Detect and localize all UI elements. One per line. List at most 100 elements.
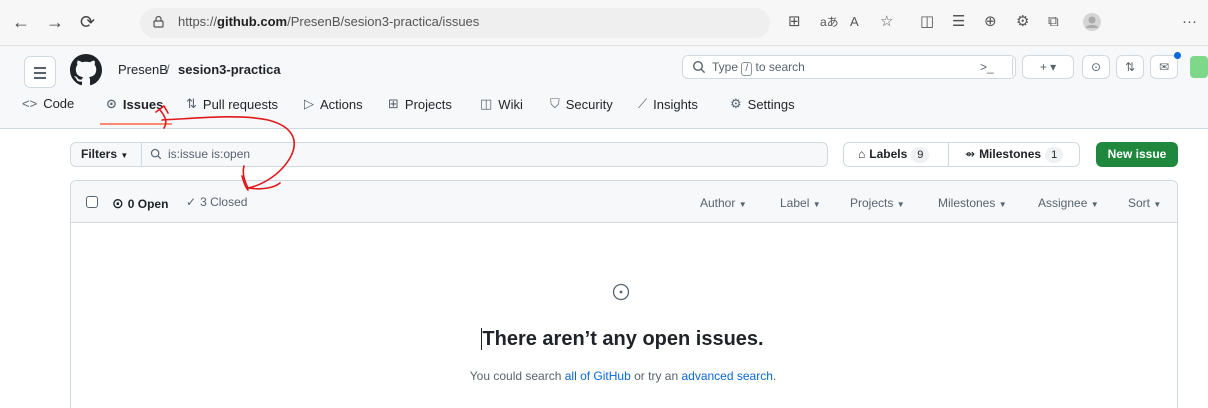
milestone-icon: ⇴ bbox=[965, 147, 976, 161]
tab-settings[interactable]: ⚙ Settings bbox=[730, 96, 795, 112]
play-icon: ▷ bbox=[304, 96, 314, 111]
forward-arrow-icon[interactable]: → bbox=[46, 12, 64, 32]
read-aloud-icon[interactable]: aあ bbox=[820, 13, 839, 31]
github-logo-icon[interactable] bbox=[70, 54, 102, 86]
search-icon bbox=[150, 148, 162, 160]
blankslate-heading: There aren’t any open issues. bbox=[482, 328, 764, 350]
chevron-down-icon: ▼ bbox=[998, 200, 1007, 209]
issue-opened-icon bbox=[612, 283, 630, 301]
pull-requests-icon-button[interactable]: ⇅ bbox=[1116, 55, 1144, 79]
reload-icon[interactable]: ⟳ bbox=[80, 12, 95, 32]
milestones-button[interactable]: ⇴ Milestones 1 bbox=[948, 142, 1080, 167]
breadcrumb-separator: / bbox=[166, 62, 170, 77]
assignee-filter[interactable]: Assignee ▼ bbox=[1038, 196, 1099, 210]
tab-wiki-label: Wiki bbox=[498, 96, 523, 112]
milestones-filter[interactable]: Milestones ▼ bbox=[938, 196, 1007, 210]
book-icon: ◫ bbox=[480, 96, 493, 111]
code-icon: <> bbox=[22, 96, 38, 111]
search-github-link[interactable]: all of GitHub bbox=[565, 369, 631, 383]
select-all-checkbox[interactable] bbox=[86, 196, 98, 208]
issue-opened-icon: ⊙ bbox=[106, 96, 117, 111]
profile-avatar-icon[interactable] bbox=[1082, 12, 1102, 32]
collections-icon[interactable]: ⊕ bbox=[984, 13, 997, 31]
chevron-down-icon: ▼ bbox=[1153, 200, 1162, 209]
tab-pull-requests[interactable]: ⇅ Pull requests bbox=[186, 96, 278, 112]
url-host: github.com bbox=[217, 14, 288, 29]
tab-actions[interactable]: ▷ Actions bbox=[304, 96, 363, 112]
tab-issues-label: Issues bbox=[122, 96, 164, 112]
active-tab-indicator bbox=[100, 123, 172, 125]
tab-pull-requests-label: Pull requests bbox=[202, 96, 279, 112]
search-placeholder: Type / to search bbox=[712, 60, 805, 76]
table-icon: ⊞ bbox=[388, 96, 399, 111]
projects-filter[interactable]: Projects ▼ bbox=[850, 196, 905, 210]
search-icon bbox=[692, 60, 706, 74]
labels-button[interactable]: ⌂ Labels 9 bbox=[843, 142, 949, 167]
tab-insights[interactable]: ⟋ Insights bbox=[638, 96, 698, 112]
tab-insights-label: Insights bbox=[653, 96, 698, 112]
tab-security[interactable]: ⛉ Security bbox=[550, 96, 613, 112]
tab-projects-label: Projects bbox=[404, 96, 452, 112]
app-grid-icon[interactable]: ⊞ bbox=[788, 13, 801, 31]
command-palette-icon[interactable]: >_ bbox=[980, 60, 994, 74]
open-count: 0 Open bbox=[127, 196, 169, 211]
tab-wiki[interactable]: ◫ Wiki bbox=[480, 96, 523, 112]
favorite-star-icon[interactable]: ☆ bbox=[880, 13, 893, 31]
extensions-icon[interactable]: ⚙ bbox=[1016, 13, 1029, 31]
site-info-icon[interactable] bbox=[152, 15, 165, 28]
check-icon: ✓ bbox=[186, 195, 197, 209]
back-arrow-icon[interactable]: ← bbox=[12, 12, 30, 32]
issue-opened-icon: ⊙ bbox=[112, 195, 124, 211]
tab-projects[interactable]: ⊞ Projects bbox=[388, 96, 452, 112]
chevron-down-icon: ▼ bbox=[896, 200, 905, 209]
tab-issues[interactable]: ⊙ Issues bbox=[106, 96, 163, 112]
repo-owner-link[interactable]: PresenB bbox=[118, 62, 168, 77]
repo-name-link[interactable]: sesion3-practica bbox=[178, 62, 281, 77]
split-screen-icon[interactable]: ◫ bbox=[920, 13, 934, 31]
open-issues-toggle[interactable]: ⊙ 0 Open bbox=[112, 195, 168, 212]
sort-dropdown[interactable]: Sort ▼ bbox=[1128, 196, 1161, 210]
author-filter-label: Author bbox=[700, 196, 736, 210]
url-prefix: https:// bbox=[178, 14, 218, 29]
milestones-counter: 1 bbox=[1045, 146, 1064, 163]
url-text[interactable]: https://github.com/PresenB/sesion3-pract… bbox=[178, 14, 479, 29]
issue-search-query: is:issue is:open bbox=[168, 147, 251, 161]
pull-request-icon: ⇅ bbox=[186, 96, 197, 111]
tab-settings-label: Settings bbox=[747, 96, 795, 112]
search-shortcut-key: / bbox=[741, 62, 753, 76]
milestones-filter-label: Milestones bbox=[938, 196, 996, 210]
tab-code-label: Code bbox=[43, 96, 75, 111]
labels-label: Labels bbox=[869, 147, 908, 161]
notification-dot bbox=[1174, 52, 1181, 59]
blankslate-text-2: or try an bbox=[634, 369, 679, 383]
author-filter[interactable]: Author ▼ bbox=[700, 196, 747, 210]
search-suffix: to search bbox=[755, 60, 805, 74]
new-issue-button[interactable]: New issue bbox=[1096, 142, 1178, 167]
issues-icon-button[interactable]: ⊙ bbox=[1082, 55, 1110, 79]
blankslate-text-1: You could search bbox=[469, 369, 562, 383]
gear-icon: ⚙ bbox=[730, 96, 742, 111]
filters-label: Filters bbox=[81, 147, 118, 161]
tab-security-label: Security bbox=[565, 96, 613, 112]
chevron-down-icon: ▼ bbox=[1090, 200, 1099, 209]
closed-issues-toggle[interactable]: ✓ 3 Closed bbox=[186, 195, 247, 209]
menu-button[interactable] bbox=[24, 56, 56, 88]
create-new-button[interactable]: + ▾ bbox=[1022, 55, 1074, 79]
more-menu-icon[interactable]: ··· bbox=[1182, 13, 1197, 31]
label-filter-label: Label bbox=[780, 196, 810, 210]
projects-filter-label: Projects bbox=[850, 196, 894, 210]
text-size-icon[interactable]: A bbox=[850, 13, 859, 31]
filters-dropdown-button[interactable]: Filters ▼ bbox=[70, 142, 142, 167]
labels-counter: 9 bbox=[911, 146, 930, 163]
blankslate-description: You could search all of GitHub or try an… bbox=[0, 369, 1208, 383]
user-avatar[interactable] bbox=[1190, 56, 1208, 78]
assignee-filter-label: Assignee bbox=[1038, 196, 1088, 210]
favorites-list-icon[interactable]: ☰ bbox=[952, 13, 965, 31]
screenshot-icon[interactable]: ⧉ bbox=[1048, 13, 1059, 31]
shield-icon: ⛉ bbox=[550, 96, 560, 111]
label-filter[interactable]: Label ▼ bbox=[780, 196, 821, 210]
sort-label: Sort bbox=[1128, 196, 1151, 210]
advanced-search-link[interactable]: advanced search bbox=[681, 369, 772, 383]
inbox-icon-button[interactable]: ✉ bbox=[1150, 55, 1178, 79]
tab-code[interactable]: <> Code bbox=[22, 96, 74, 111]
